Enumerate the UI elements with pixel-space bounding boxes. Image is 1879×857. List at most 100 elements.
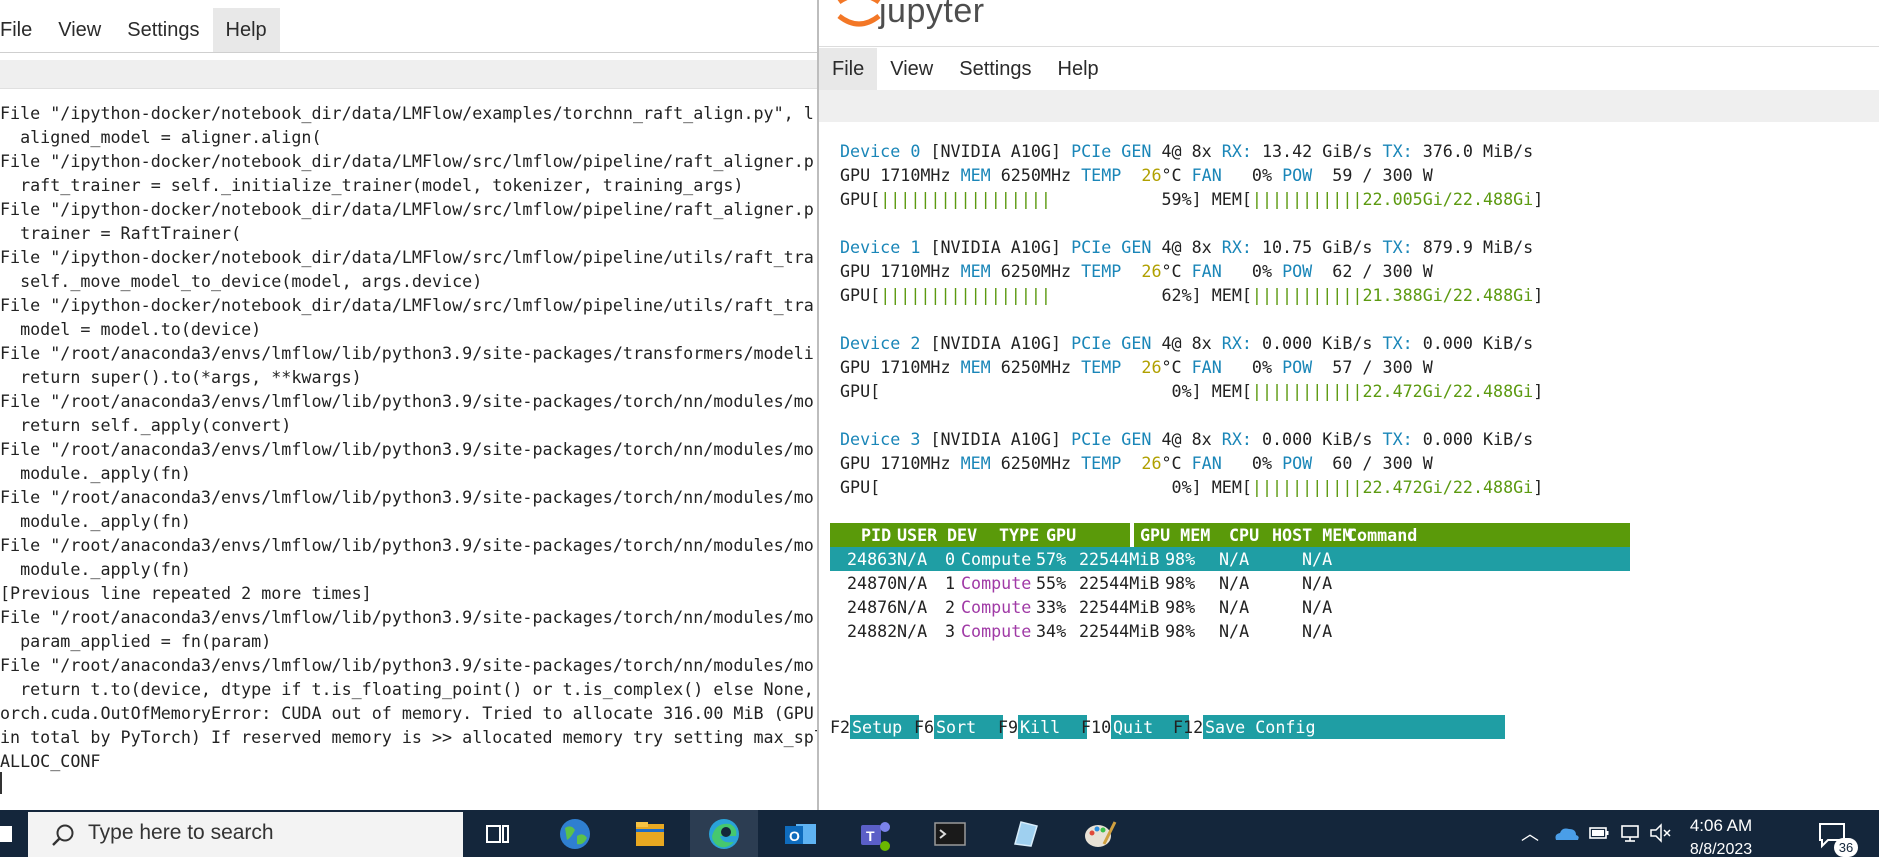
mem-bar-label: MEM[ bbox=[1211, 381, 1252, 401]
device-model: [NVIDIA A10G] bbox=[930, 237, 1062, 257]
onedrive-icon[interactable] bbox=[1552, 822, 1580, 846]
teams-icon[interactable]: T bbox=[855, 814, 895, 854]
process-row[interactable]: 24870 N/A 1 Compute 55% 22544MiB 98% N/A N/A bbox=[830, 571, 1630, 595]
temp-unit: °C bbox=[1161, 453, 1182, 473]
column-header: USER bbox=[897, 525, 938, 545]
file-explorer-icon[interactable] bbox=[630, 814, 670, 854]
tx-label: TX: bbox=[1382, 429, 1413, 449]
rx-label: RX: bbox=[1221, 429, 1252, 449]
device-id: Device 3 bbox=[840, 429, 921, 449]
device-usage-line: GPU[ 0%] MEM[|||||||||||22.472Gi/22.488G… bbox=[840, 477, 1544, 497]
terminal-line: return self._apply(convert) bbox=[0, 415, 292, 435]
gpu-util-value: 0% bbox=[1171, 477, 1192, 497]
temp-value: 26 bbox=[1141, 357, 1162, 377]
function-key[interactable]: F10 bbox=[1081, 715, 1111, 739]
start-button[interactable] bbox=[0, 810, 28, 857]
volume-muted-icon[interactable] bbox=[1648, 822, 1674, 844]
outlook-icon[interactable]: O bbox=[780, 814, 820, 854]
process-row[interactable]: 24882 N/A 3 Compute 34% 22544MiB 98% N/A N/A bbox=[830, 619, 1630, 643]
left-terminal-window: File View Settings Help File "/ipython-d… bbox=[0, 0, 817, 810]
terminal-line: module._apply(fn) bbox=[0, 559, 191, 579]
globe-app-icon[interactable] bbox=[555, 814, 595, 854]
mem-bar-label: MEM[ bbox=[1211, 477, 1252, 497]
pcie-label: PCIe GEN bbox=[1071, 237, 1152, 257]
process-cpu: N/A bbox=[1219, 573, 1250, 593]
function-key-label-kill[interactable]: Kill bbox=[1018, 715, 1087, 739]
process-row[interactable]: 24876 N/A 2 Compute 33% 22544MiB 98% N/A N/A bbox=[830, 595, 1630, 619]
device-id: Device 1 bbox=[840, 237, 921, 257]
function-key[interactable]: F6 bbox=[914, 715, 934, 739]
mem-util-bar: ||||||||||| bbox=[1251, 189, 1363, 209]
fan-label: FAN bbox=[1191, 165, 1222, 185]
gpu-clock-label: GPU bbox=[840, 357, 871, 377]
gpu-util-value: 0% bbox=[1171, 381, 1192, 401]
menu-file[interactable]: File bbox=[0, 8, 45, 52]
process-gpu: 55% bbox=[1036, 573, 1067, 593]
function-key-label-save-config[interactable]: Save Config bbox=[1203, 715, 1505, 739]
function-key-label-sort[interactable]: Sort bbox=[934, 715, 1003, 739]
tx-value: 0.000 KiB/s bbox=[1422, 429, 1534, 449]
tx-value: 376.0 MiB/s bbox=[1422, 141, 1534, 161]
process-dev: 3 bbox=[945, 621, 956, 641]
pcie-value: 4@ 8x bbox=[1161, 141, 1212, 161]
rx-value: 0.000 KiB/s bbox=[1261, 333, 1373, 353]
function-key[interactable]: F2 bbox=[830, 715, 850, 739]
network-icon[interactable] bbox=[1618, 822, 1642, 844]
battery-icon[interactable] bbox=[1588, 822, 1610, 844]
device-model: [NVIDIA A10G] bbox=[930, 429, 1062, 449]
device-header-line: Device 0 [NVIDIA A10G] PCIe GEN 4@ 8x RX… bbox=[840, 139, 1543, 163]
gpu-bar-label: GPU[ bbox=[840, 285, 881, 305]
menu-view[interactable]: View bbox=[45, 8, 114, 52]
taskbar-search-box[interactable]: Type here to search bbox=[28, 812, 463, 857]
menu-file[interactable]: File bbox=[819, 48, 878, 90]
process-pid: 24876 bbox=[847, 597, 898, 617]
menu-help[interactable]: Help bbox=[1045, 48, 1112, 90]
device-stats-line: GPU 1710MHz MEM 6250MHz TEMP 26°C FAN 0%… bbox=[840, 259, 1543, 283]
process-table[interactable]: PID USER DEV TYPE GPU GPU MEM CPU HOST MEM Comma… bbox=[830, 523, 1630, 643]
menu-view[interactable]: View bbox=[877, 48, 946, 90]
terminal-output[interactable]: File "/ipython-docker/notebook_dir/data/… bbox=[0, 101, 817, 773]
function-key-label-setup[interactable]: Setup bbox=[850, 715, 919, 739]
temp-label: TEMP bbox=[1081, 261, 1122, 281]
mem-clock-label: MEM bbox=[960, 261, 991, 281]
temp-value: 26 bbox=[1141, 165, 1162, 185]
process-user: N/A bbox=[897, 597, 928, 617]
paint-icon[interactable] bbox=[1080, 814, 1120, 854]
terminal-line: return super().to(*args, **kwargs) bbox=[0, 367, 362, 387]
function-key[interactable]: F12 bbox=[1173, 715, 1203, 739]
function-key[interactable]: F9 bbox=[998, 715, 1018, 739]
process-row[interactable]: 24863 N/A 0 Compute 57% 22544MiB 98% N/A N/A bbox=[830, 547, 1630, 571]
task-view-icon[interactable] bbox=[478, 814, 518, 854]
terminal-icon[interactable] bbox=[930, 814, 970, 854]
edge-browser-icon[interactable] bbox=[704, 814, 744, 854]
device-model: [NVIDIA A10G] bbox=[930, 333, 1062, 353]
fan-label: FAN bbox=[1191, 453, 1222, 473]
mem-util-bar: ||||||||||| bbox=[1251, 381, 1363, 401]
show-hidden-icons-icon[interactable]: ︿ bbox=[1521, 820, 1539, 846]
process-user: N/A bbox=[897, 621, 928, 641]
menu-settings[interactable]: Settings bbox=[946, 48, 1044, 90]
mem-clock-label: MEM bbox=[960, 165, 991, 185]
temp-unit: °C bbox=[1161, 261, 1182, 281]
gpu-bar-label: GPU[ bbox=[840, 189, 881, 209]
gpu-clock-value: 1710MHz bbox=[880, 357, 951, 377]
clock-date[interactable]: 8/8/2023 bbox=[1686, 841, 1756, 857]
pcie-value: 4@ 8x bbox=[1161, 237, 1212, 257]
gpu-util-bar: ||||||||||||||||| bbox=[880, 285, 1051, 305]
fan-value: 0% bbox=[1251, 261, 1273, 281]
tx-value: 879.9 MiB/s bbox=[1422, 237, 1534, 257]
svg-text:O: O bbox=[789, 828, 800, 844]
process-pid: 24870 bbox=[847, 573, 898, 593]
column-header: DEV bbox=[947, 525, 978, 545]
rx-value: 13.42 GiB/s bbox=[1261, 141, 1373, 161]
clock-time[interactable]: 4:06 AM bbox=[1686, 816, 1756, 836]
jupyter-wordmark: jupyter bbox=[879, 0, 985, 30]
process-table-header: PID USER DEV TYPE GPU GPU MEM CPU HOST MEM Comma… bbox=[830, 523, 1630, 547]
menu-settings[interactable]: Settings bbox=[114, 8, 212, 52]
notepad-icon[interactable] bbox=[1005, 814, 1045, 854]
process-cpu: N/A bbox=[1219, 621, 1250, 641]
terminal-line: File "/ipython-docker/notebook_dir/data/… bbox=[0, 247, 814, 267]
menu-help[interactable]: Help bbox=[212, 8, 280, 52]
